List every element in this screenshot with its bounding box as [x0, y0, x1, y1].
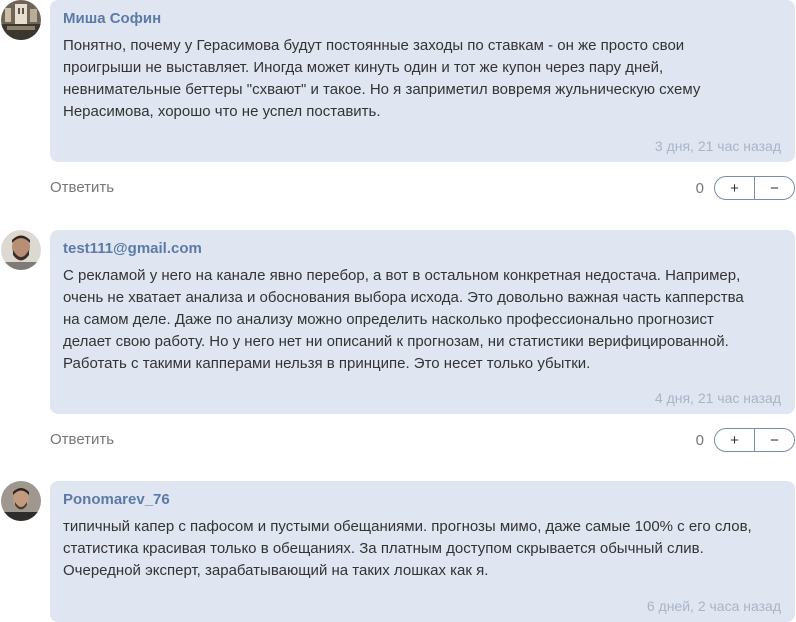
comment-bubble: test111@gmail.com С рекламой у него на к… [50, 230, 795, 414]
comment-text: С рекламой у него на канале явно перебор… [63, 267, 744, 372]
comment-author[interactable]: test111@gmail.com [63, 240, 782, 257]
comment-bubble: Миша Софин Понятно, почему у Герасимова … [50, 0, 795, 162]
downvote-button[interactable]: − [755, 177, 794, 199]
comment-text: Понятно, почему у Герасимова будут посто… [63, 37, 701, 120]
upvote-button[interactable]: + [715, 177, 755, 199]
vote-count: 0 [695, 179, 704, 197]
comment-time: 6 дней, 2 часа назад [646, 598, 781, 614]
avatar[interactable] [1, 0, 41, 40]
vote-count: 0 [695, 431, 704, 449]
vote-button-group: + − [714, 176, 795, 200]
comment-time: 4 дня, 21 час назад [654, 390, 781, 406]
reply-button[interactable]: Ответить [50, 431, 114, 448]
avatar[interactable] [1, 481, 41, 521]
downvote-button[interactable]: − [755, 429, 794, 451]
comment-time: 3 дня, 21 час назад [654, 138, 781, 154]
avatar[interactable] [1, 230, 41, 270]
comment-bubble: Ponomarev_76 типичный капер с пафосом и … [50, 481, 795, 622]
upvote-button[interactable]: + [715, 429, 755, 451]
comment-text: типичный капер с пафосом и пустыми обеща… [63, 518, 752, 579]
comment-author[interactable]: Миша Софин [63, 10, 782, 27]
vote-controls: 0 + − [696, 428, 795, 452]
reply-button[interactable]: Ответить [50, 179, 114, 196]
vote-controls: 0 + − [696, 176, 795, 200]
vote-button-group: + − [714, 428, 795, 452]
comment-author[interactable]: Ponomarev_76 [63, 491, 782, 508]
